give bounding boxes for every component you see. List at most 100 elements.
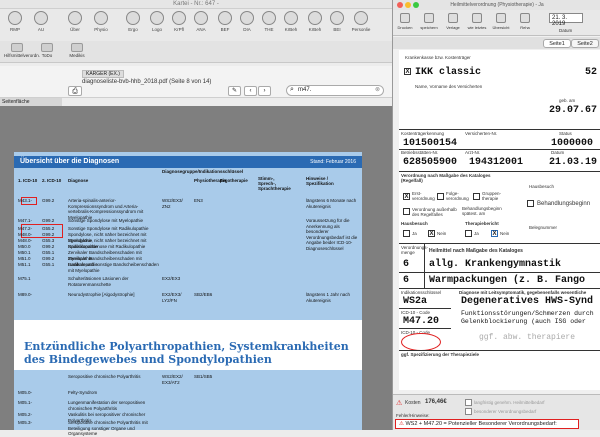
minimize-icon[interactable]	[405, 2, 411, 8]
toolbar-button[interactable]: KrBeh	[304, 11, 326, 32]
kasse-field[interactable]: IKK classic	[415, 67, 481, 78]
datum-label: Datum	[551, 150, 565, 155]
rx-tool-button[interactable]: speichern	[419, 13, 439, 30]
table-cell: Sonstige Spondylose mit Myelopathie	[68, 218, 144, 223]
page-header-date: Stand: Februar 2016	[310, 159, 356, 165]
toolbar-button[interactable]: Personlie	[350, 11, 372, 32]
prev-button[interactable]: ‹	[244, 86, 257, 96]
date-field[interactable]: 21. 3. 2019	[549, 13, 583, 27]
toolbar-button-label: BEI	[333, 27, 341, 32]
row2-button[interactable]: Hilfsmittelverordn.	[4, 43, 40, 58]
rx-titlebar: Heilmittelverordnung (Physiotherapie) - …	[393, 0, 600, 10]
pdf-search-input[interactable]: ⌕ m47. ⊗	[286, 85, 384, 96]
rx-tool-label: wie letztes	[467, 25, 487, 30]
ind-field[interactable]: WS2a	[403, 296, 427, 307]
symptom-line1[interactable]: Funktionsstörungen/Schmerzen durch	[461, 310, 594, 317]
rx-tool-button[interactable]: Drucken	[395, 13, 415, 30]
rx-tool-label: Reha	[520, 25, 530, 30]
hausbesuch-ja-checkbox[interactable]	[403, 230, 410, 237]
prescription-window: Heilmittelverordnung (Physiotherapie) - …	[392, 0, 600, 430]
toolbar-button[interactable]: BEI	[326, 11, 348, 32]
rx-tool-button[interactable]: Übersicht	[491, 13, 511, 30]
heilmittel1-field[interactable]: allg. Krankengymnastik	[429, 259, 561, 270]
rule	[399, 129, 600, 130]
rx-tabs: Seite1 Seite2	[393, 37, 600, 49]
toolbar-button[interactable]: BEF	[214, 11, 236, 32]
page-header-title: Übersicht über die Diagnosen	[20, 158, 120, 165]
pen-icon: ✎	[231, 88, 238, 94]
geb-field[interactable]: 29.07.67	[549, 105, 597, 116]
kt-field[interactable]: 101500154	[403, 138, 457, 149]
status-field[interactable]: 1000000	[551, 138, 593, 149]
warning-icon: ⚠	[396, 400, 403, 407]
ausserhalb-checkbox[interactable]	[403, 208, 410, 215]
pdf-doc-tab[interactable]: KARGER (EX.)	[82, 70, 124, 78]
hausbesuch-nein-label: Nein	[437, 231, 447, 236]
toolbar-button[interactable]: Logo	[146, 11, 168, 32]
table-cell: G55.2	[42, 226, 55, 231]
besonderer-checkbox[interactable]	[465, 408, 472, 415]
toolbar-button[interactable]: Ergo	[122, 11, 144, 32]
table-cell: M43.1-	[18, 198, 33, 203]
therapiebericht-ja-checkbox[interactable]	[465, 230, 472, 237]
heilmittel2-field[interactable]: Warmpackungen (z. B. Fango	[429, 275, 585, 286]
zoom-icon[interactable]	[413, 2, 419, 8]
column-header: Diagnosegruppe/Indikationsschlüssel	[162, 169, 244, 174]
kasse-label: Krankenkasse bzw. Kostenträger	[405, 55, 471, 60]
rx-tool-button[interactable]: wie letztes	[467, 13, 487, 30]
pen-button[interactable]: ✎	[228, 86, 241, 96]
diag-field[interactable]: Degeneratives HWS-Synd	[461, 296, 593, 307]
datum-field[interactable]: 21.03.19	[549, 157, 597, 168]
hausbesuch-nein-checkbox[interactable]: X	[428, 230, 435, 237]
print-button[interactable]: ⎙	[68, 86, 82, 96]
clear-search-icon[interactable]: ⊗	[375, 86, 380, 93]
toolbar-button[interactable]: THE	[258, 11, 280, 32]
zuzahlung-checkbox[interactable]: X	[404, 68, 411, 75]
chevron-left-icon: ‹	[249, 88, 252, 94]
toolbar-button[interactable]: Über	[64, 11, 86, 32]
toolbar-icon	[308, 11, 322, 25]
toolbar-button-label: AU	[37, 27, 45, 32]
tab-seite1[interactable]: Seite1	[543, 39, 571, 48]
symptom-line2[interactable]: Gelenkblockierung (auch ISG oder	[461, 318, 586, 325]
toolbar-button[interactable]: DIA	[236, 11, 258, 32]
lanr-field[interactable]: 194312001	[469, 157, 523, 168]
toolbar-button-label: Ergo	[128, 27, 138, 32]
toolbar-button[interactable]: AU	[30, 11, 52, 32]
toolbar-icon	[330, 11, 344, 25]
toolbar-button[interactable]: KrBeh	[280, 11, 302, 32]
rx-tool-button[interactable]: Verlage	[443, 13, 463, 30]
table-cell: G99.2	[42, 218, 55, 223]
table-cell: Schulterläsionen Läsionen der Rotatorenm…	[68, 276, 129, 287]
tab-seite2[interactable]: Seite2	[571, 39, 599, 48]
icd1-field[interactable]: M47.20	[403, 316, 439, 327]
table-cell: M75.1	[18, 276, 31, 281]
toolbar-button[interactable]: RMP	[4, 11, 26, 32]
close-icon[interactable]	[397, 2, 403, 8]
app-toolbar: RMP AU Über Physio Ergo Logo KrPfl ANA BEF DIA THE…	[0, 9, 392, 41]
icd2-placeholder[interactable]: ggf. abw. therapiere	[479, 333, 575, 342]
row2-button[interactable]: Medikis	[64, 43, 90, 58]
menge1-field[interactable]: 6	[403, 259, 409, 270]
bsnr-field[interactable]: 628505900	[403, 157, 457, 168]
behandlungsbeginn-checkbox[interactable]	[527, 200, 534, 207]
folgeverordnung-checkbox[interactable]	[437, 193, 444, 200]
toolbar-icon	[284, 11, 298, 25]
rx-tool-button[interactable]: Reha	[515, 13, 535, 30]
toolbar-button-label: RMP	[10, 27, 20, 32]
langfristig-checkbox[interactable]	[465, 399, 472, 406]
erstverordnung-checkbox[interactable]: X	[403, 193, 410, 200]
next-button[interactable]: ›	[258, 86, 271, 96]
rule	[399, 308, 451, 309]
therapiebericht-nein-label: Nein	[500, 231, 510, 236]
ziel-label: ggf. Spezifizierung der Therapieziele	[401, 352, 480, 357]
row2-button[interactable]: ToDo	[34, 43, 60, 58]
toolbar-icon	[240, 11, 254, 25]
gruppentherapie-checkbox[interactable]	[473, 193, 480, 200]
toolbar-button[interactable]: KrPfl	[168, 11, 190, 32]
therapiebericht-nein-checkbox[interactable]: X	[491, 230, 498, 237]
row2-icon	[41, 43, 53, 52]
toolbar-button[interactable]: ANA	[190, 11, 212, 32]
menge2-field[interactable]: 6	[403, 275, 409, 286]
toolbar-button[interactable]: Physio	[90, 11, 112, 32]
